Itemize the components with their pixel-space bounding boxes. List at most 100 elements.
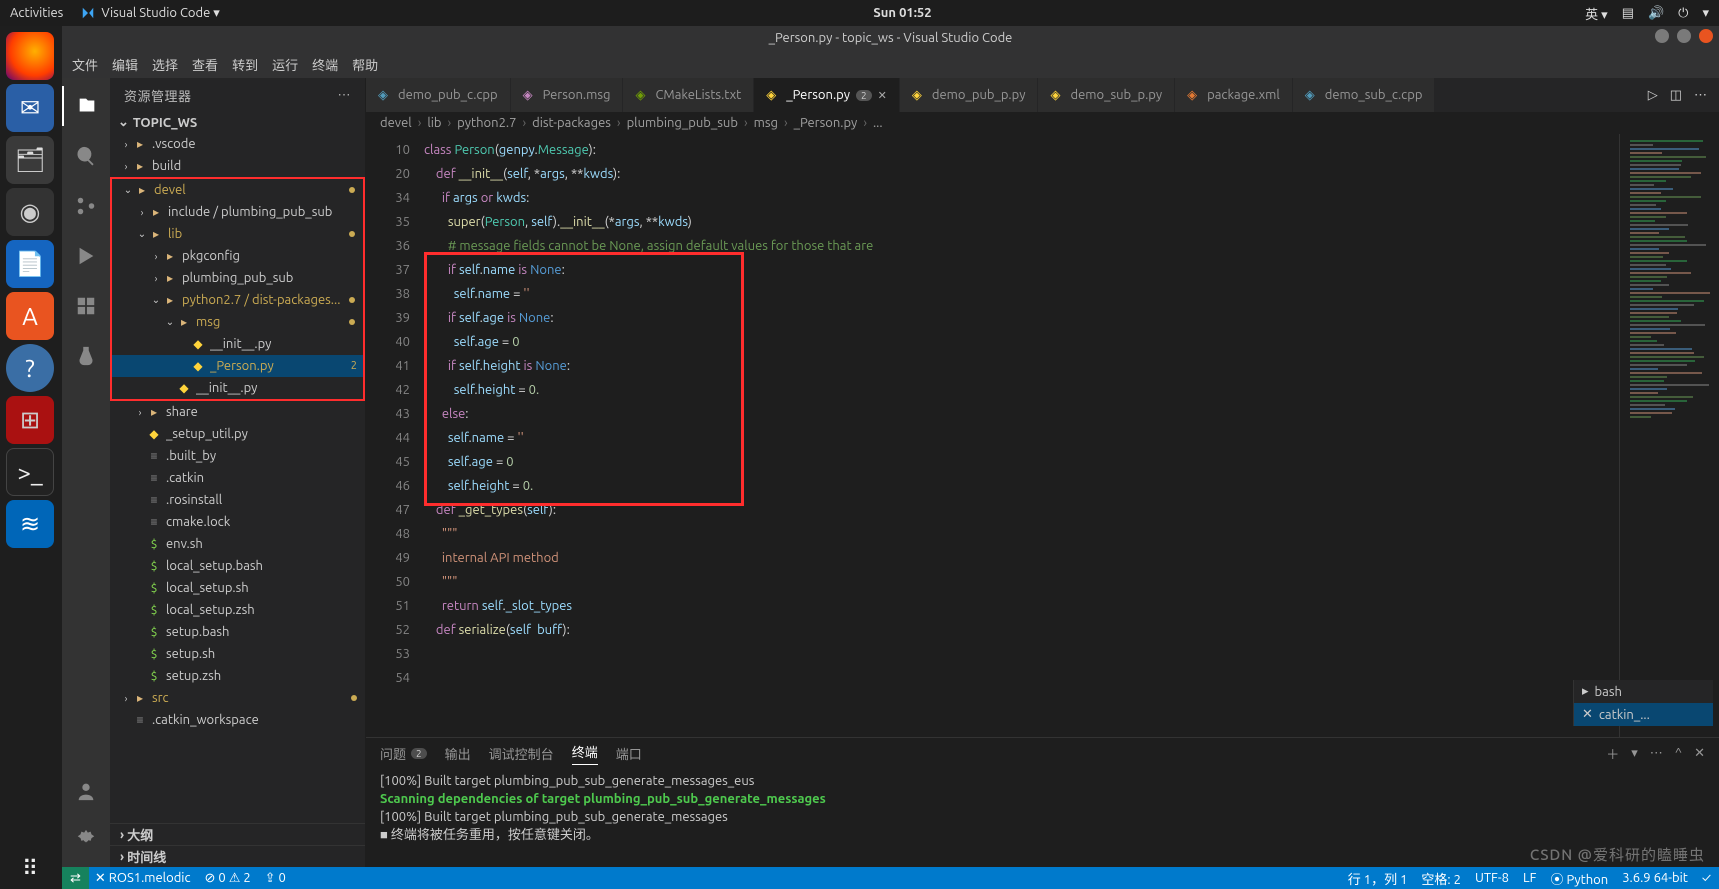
activity-explorer[interactable] — [62, 86, 110, 126]
window-maximize-button[interactable] — [1677, 29, 1691, 43]
tree-row[interactable]: $local_setup.sh — [110, 577, 365, 599]
editor-more-icon[interactable]: ⋯ — [1694, 88, 1707, 103]
tab-close-icon[interactable]: ✕ — [878, 89, 887, 102]
dock-vscode[interactable]: ≋ — [6, 500, 54, 548]
dock-thunderbird[interactable]: ✉ — [6, 84, 54, 132]
editor-tab[interactable]: ◈_Person.py2✕ — [754, 78, 900, 112]
status-prettier-check[interactable]: ✓ — [1702, 871, 1711, 885]
tree-row[interactable]: $local_setup.zsh — [110, 599, 365, 621]
tree-row[interactable]: ⌄▸devel — [112, 179, 363, 201]
breadcrumb-segment[interactable]: devel — [380, 116, 412, 130]
editor-tab[interactable]: ◈Person.msg — [511, 78, 624, 112]
panel-tab-debug[interactable]: 调试控制台 — [489, 744, 554, 763]
clock[interactable]: Sun 01:52 — [220, 6, 1585, 20]
code-editor[interactable]: class Person(genpy.Message): def __init_… — [424, 134, 1619, 737]
tree-row[interactable]: $setup.zsh — [110, 665, 365, 687]
terminal-list-item[interactable]: ✕catkin_... — [1574, 703, 1713, 726]
menu-run[interactable]: 运行 — [272, 55, 298, 74]
status-encoding[interactable]: UTF-8 — [1475, 871, 1509, 885]
tree-row[interactable]: ◆__init__.py — [112, 333, 363, 355]
activity-debug[interactable] — [62, 236, 110, 276]
breadcrumb-segment[interactable]: python2.7 — [457, 116, 516, 130]
panel-split-icon[interactable]: ▾ — [1631, 746, 1638, 761]
dock-show-apps[interactable]: ⠿ — [10, 849, 50, 889]
dock-terminal[interactable]: >_ — [6, 448, 54, 496]
editor-tab[interactable]: ◈package.xml — [1175, 78, 1293, 112]
terminal-list-item[interactable]: ▸bash — [1574, 680, 1713, 703]
breadcrumb-segment[interactable]: _Person.py — [794, 116, 858, 130]
tree-row[interactable]: ›▸include / plumbing_pub_sub — [112, 201, 363, 223]
status-cursor-pos[interactable]: 行 1，列 1 — [1348, 869, 1408, 888]
editor-tab[interactable]: ◈CMakeLists.txt — [623, 78, 754, 112]
panel-maximize-icon[interactable]: ^ — [1675, 746, 1682, 760]
tree-row[interactable]: ⌄▸msg — [112, 311, 363, 333]
tree-row[interactable]: ›▸plumbing_pub_sub — [112, 267, 363, 289]
activity-scm[interactable] — [62, 186, 110, 226]
outline-section[interactable]: › 大纲 — [110, 823, 365, 845]
breadcrumb[interactable]: devel›lib›python2.7›dist-packages›plumbi… — [366, 112, 1719, 134]
dock-writer[interactable]: 📄 — [6, 240, 54, 288]
editor-tab[interactable]: ◈demo_sub_c.cpp — [1293, 78, 1436, 112]
menu-terminal[interactable]: 终端 — [312, 55, 338, 74]
breadcrumb-segment[interactable]: plumbing_pub_sub — [627, 116, 738, 130]
tree-row[interactable]: ◆__init__.py — [112, 377, 363, 399]
dock-help[interactable]: ? — [6, 344, 54, 392]
tree-row[interactable]: ›▸share — [110, 401, 365, 423]
menu-view[interactable]: 查看 — [192, 55, 218, 74]
panel-close-icon[interactable]: ✕ — [1694, 746, 1705, 761]
editor-tab[interactable]: ◈demo_pub_c.cpp — [366, 78, 511, 112]
tree-row[interactable]: ≡.catkin — [110, 467, 365, 489]
dock-disk[interactable]: ◉ — [6, 188, 54, 236]
timeline-section[interactable]: › 时间线 — [110, 845, 365, 867]
breadcrumb-segment[interactable]: dist-packages — [532, 116, 611, 130]
status-language[interactable]: ⦿ Python — [1550, 869, 1608, 888]
ime-indicator[interactable]: 英 ▾ — [1585, 4, 1608, 23]
tree-row[interactable]: ≡.catkin_workspace — [110, 709, 365, 731]
tree-row[interactable]: ⌄▸python2.7 / dist-packages... — [112, 289, 363, 311]
window-minimize-button[interactable] — [1655, 29, 1669, 43]
workspace-header[interactable]: ⌄TOPIC_WS — [110, 112, 365, 133]
dock-app-red[interactable]: ⊞ — [6, 396, 54, 444]
activities-button[interactable]: Activities — [10, 6, 63, 20]
network-icon[interactable]: ▤ — [1622, 6, 1634, 21]
panel-tab-problems[interactable]: 问题2 — [380, 744, 427, 763]
panel-tab-terminal[interactable]: 终端 — [572, 742, 598, 765]
window-close-button[interactable] — [1699, 29, 1713, 43]
menu-selection[interactable]: 选择 — [152, 55, 178, 74]
tree-row[interactable]: ◆_setup_util.py — [110, 423, 365, 445]
status-ros[interactable]: ✕ ROS1.melodic — [95, 871, 191, 886]
app-menu[interactable]: Visual Studio Code ▾ — [81, 6, 220, 21]
breadcrumb-segment[interactable]: lib — [427, 116, 441, 130]
dock-firefox[interactable] — [6, 32, 54, 80]
panel-tab-ports[interactable]: 端口 — [616, 744, 642, 763]
status-ports[interactable]: ⇪ 0 — [265, 871, 286, 886]
tree-row[interactable]: ›▸.vscode — [110, 133, 365, 155]
status-indent[interactable]: 空格: 2 — [1421, 869, 1461, 888]
tree-row[interactable]: $env.sh — [110, 533, 365, 555]
activity-testing[interactable] — [62, 336, 110, 376]
activity-account[interactable] — [62, 771, 110, 811]
status-eol[interactable]: LF — [1523, 871, 1536, 885]
minimap[interactable] — [1619, 134, 1719, 737]
tree-row[interactable]: ⌄▸lib — [112, 223, 363, 245]
dock-files[interactable]: 🗂 — [6, 136, 54, 184]
menu-go[interactable]: 转到 — [232, 55, 258, 74]
status-python-version[interactable]: 3.6.9 64-bit — [1622, 871, 1688, 885]
status-problems[interactable]: ⊘ 0 ⚠ 2 — [205, 871, 251, 886]
tree-row[interactable]: ≡.built_by — [110, 445, 365, 467]
activity-search[interactable] — [62, 136, 110, 176]
split-editor-icon[interactable]: ◫ — [1670, 88, 1682, 103]
tree-row[interactable]: ≡.rosinstall — [110, 489, 365, 511]
menu-edit[interactable]: 编辑 — [112, 55, 138, 74]
activity-extensions[interactable] — [62, 286, 110, 326]
menu-help[interactable]: 帮助 — [352, 55, 378, 74]
volume-icon[interactable]: 🔊 — [1648, 6, 1664, 21]
editor-tab[interactable]: ◈demo_sub_p.py — [1038, 78, 1175, 112]
tree-row[interactable]: $local_setup.bash — [110, 555, 365, 577]
activity-settings[interactable] — [62, 819, 110, 859]
tree-row[interactable]: ≡cmake.lock — [110, 511, 365, 533]
terminal-output[interactable]: [100%] Built target plumbing_pub_sub_gen… — [366, 768, 1719, 867]
tree-row[interactable]: ›▸build — [110, 155, 365, 177]
editor-tab[interactable]: ◈demo_pub_p.py — [900, 78, 1039, 112]
dock-software[interactable]: A — [6, 292, 54, 340]
